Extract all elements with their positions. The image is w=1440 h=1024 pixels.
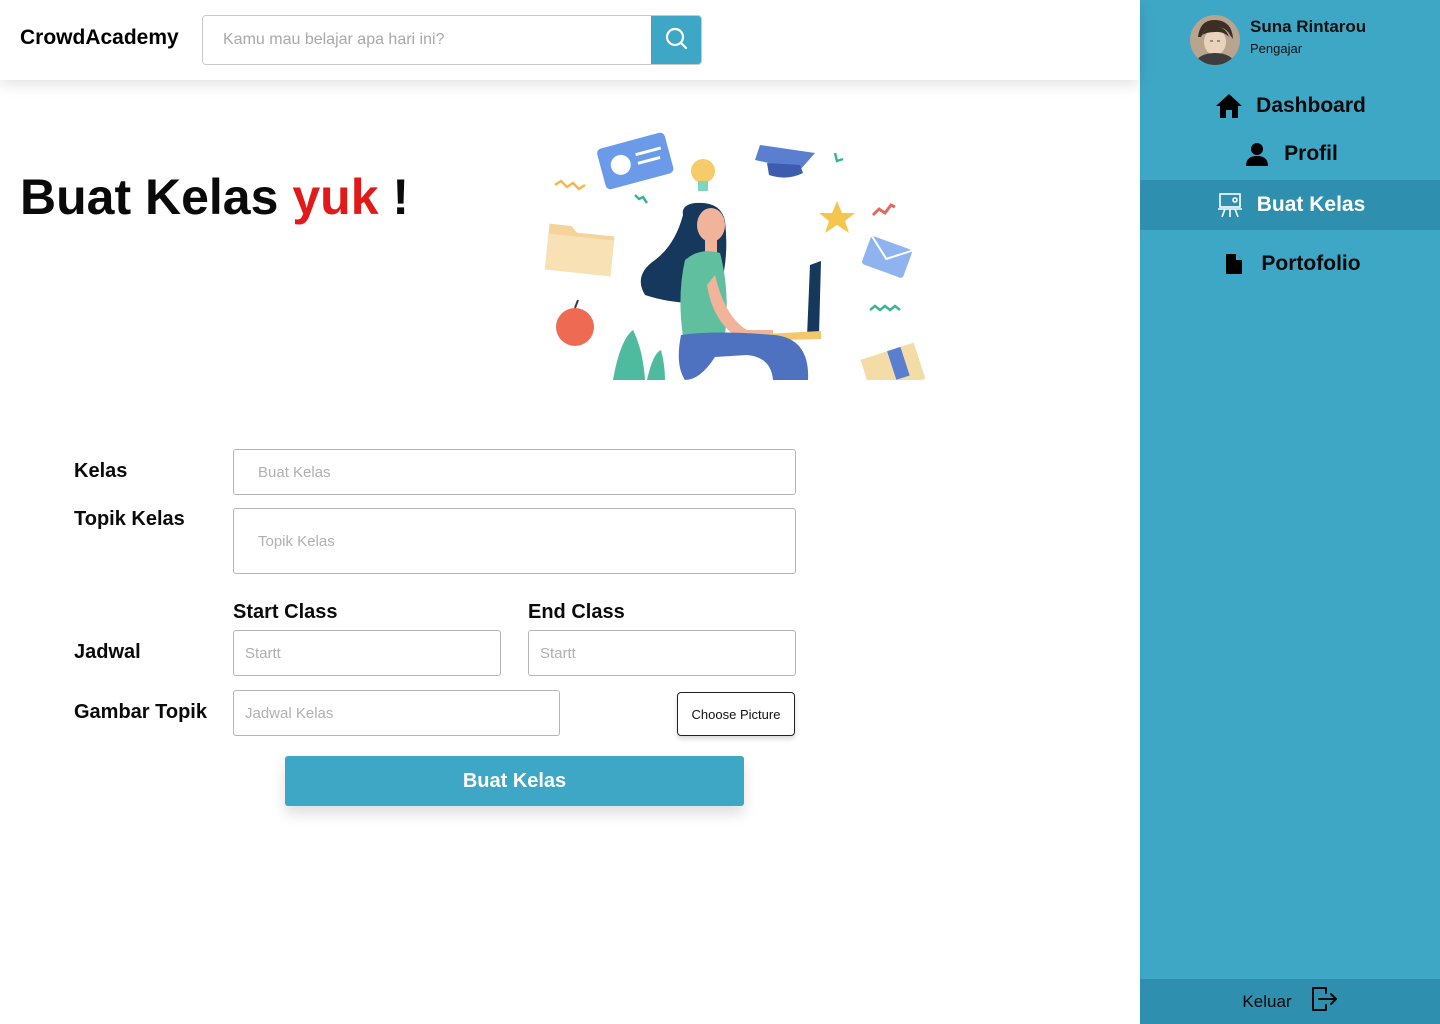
search-button[interactable] [651,16,701,64]
gambar-topik-field[interactable] [234,691,559,735]
kelas-field-wrapper [233,449,796,495]
logout-button[interactable]: Keluar [1140,979,1440,1024]
sidebar-item-buat-kelas[interactable]: Buat Kelas [1140,180,1440,230]
logout-label: Keluar [1242,991,1292,1011]
gambar-topik-field-wrapper [233,690,560,736]
sidebar-item-label: Portofolio [1261,252,1361,275]
logout-icon [1310,985,1338,1018]
document-icon [1219,249,1249,279]
gambar-topik-label: Gambar Topik [74,701,207,723]
choose-picture-button[interactable]: Choose Picture [677,692,795,736]
avatar [1190,15,1240,65]
sidebar-item-label: Buat Kelas [1256,193,1366,216]
page-title: Buat Kelas yuk ! [20,168,409,226]
search-icon [664,26,688,55]
top-bar: CrowdAcademy [0,0,1140,80]
sidebar: Suna Rintarou Pengajar Dashboard Profil … [1140,0,1440,1024]
start-class-field-wrapper [233,630,501,676]
search-bar [202,15,702,65]
sidebar-item-dashboard[interactable]: Dashboard [1140,82,1440,130]
title-prefix: Buat Kelas [20,169,279,225]
user-icon [1242,139,1272,169]
sidebar-item-portofolio[interactable]: Portofolio [1140,240,1440,288]
topik-kelas-field-wrapper [233,508,796,574]
end-class-label: End Class [528,601,625,623]
presentation-board-icon [1215,190,1245,220]
jadwal-label: Jadwal [74,641,141,663]
sidebar-item-label: Dashboard [1256,94,1366,117]
user-name: Suna Rintarou [1250,17,1367,36]
kelas-field[interactable] [234,450,795,494]
topik-kelas-label: Topik Kelas [74,508,185,530]
search-input[interactable] [203,16,653,64]
sidebar-item-profil[interactable]: Profil [1140,130,1440,178]
brand-logo[interactable]: CrowdAcademy [20,26,179,50]
kelas-label: Kelas [74,460,128,482]
user-role: Pengajar [1250,41,1303,56]
start-class-field[interactable] [234,631,500,675]
buat-kelas-submit-button[interactable]: Buat Kelas [285,756,744,806]
end-class-field-wrapper [528,630,796,676]
topik-kelas-field[interactable] [234,509,795,573]
home-icon [1214,91,1244,121]
end-class-field[interactable] [529,631,795,675]
title-suffix: ! [392,169,410,225]
sidebar-item-label: Profil [1284,142,1338,165]
title-accent: yuk [292,169,379,225]
start-class-label: Start Class [233,601,338,623]
hero-illustration [525,125,930,380]
